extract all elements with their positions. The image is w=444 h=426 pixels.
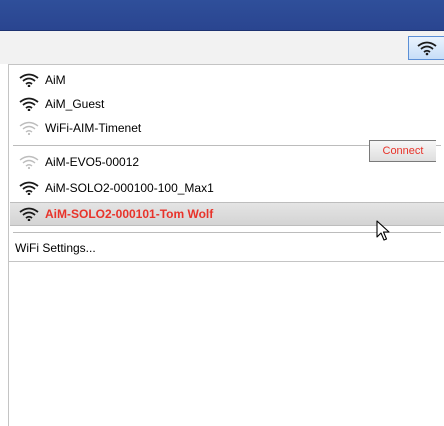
- mouse-cursor-icon: [376, 220, 390, 241]
- network-name: AiM-SOLO2-000101-Tom Wolf: [45, 207, 214, 221]
- network-name: AiM-EVO5-00012: [45, 155, 140, 169]
- wifi-signal-weak-icon: [19, 155, 39, 169]
- wifi-settings-link[interactable]: WiFi Settings...: [15, 241, 96, 255]
- network-item[interactable]: AiM-SOLO2-000100-100_Max1: [10, 177, 444, 199]
- network-item[interactable]: AiM_Guest: [10, 93, 444, 115]
- network-name: WiFi-AIM-Timenet: [45, 121, 142, 135]
- network-name: AiM: [45, 73, 66, 87]
- window-titlebar: [0, 0, 444, 31]
- network-item[interactable]: AiM: [10, 69, 444, 91]
- popup-lower-area: [8, 262, 444, 426]
- wifi-tray-button[interactable]: [408, 36, 444, 60]
- wifi-icon: [416, 41, 437, 56]
- wifi-signal-strong-icon: [19, 73, 39, 87]
- wifi-signal-strong-icon: [19, 207, 39, 221]
- toolbar: [0, 31, 444, 64]
- network-name: AiM-SOLO2-000100-100_Max1: [45, 181, 214, 195]
- connect-button[interactable]: Connect: [369, 140, 436, 162]
- wifi-signal-strong-icon: [19, 181, 39, 195]
- wifi-signal-weak-icon: [19, 121, 39, 135]
- network-name: AiM_Guest: [45, 97, 105, 111]
- wifi-signal-strong-icon: [19, 97, 39, 111]
- network-item[interactable]: WiFi-AIM-Timenet: [10, 117, 444, 139]
